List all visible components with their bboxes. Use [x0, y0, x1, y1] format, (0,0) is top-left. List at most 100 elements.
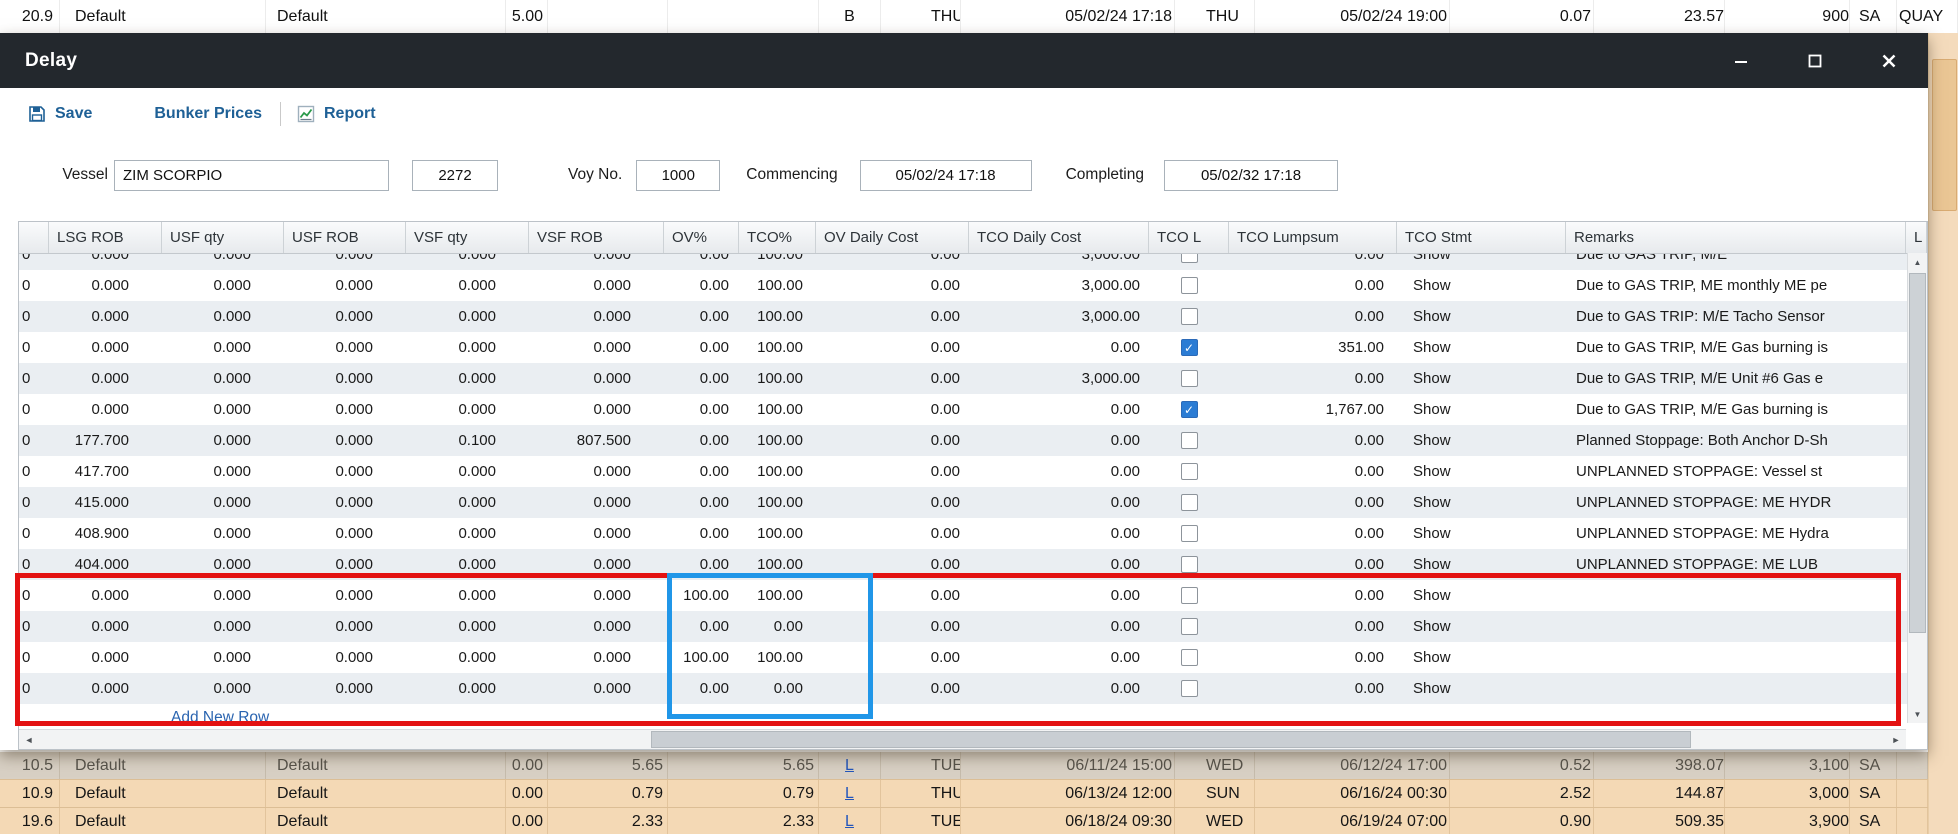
- cell-usf-qty[interactable]: 0.000: [162, 301, 284, 332]
- cell-vsf-rob[interactable]: 0.000: [529, 270, 664, 301]
- cell-lsg-rob[interactable]: 0.000: [49, 254, 162, 270]
- cell-usf-rob[interactable]: 0.000: [284, 270, 406, 301]
- cell-tco-daily-cost[interactable]: 0.00: [969, 518, 1149, 549]
- cell-usf-rob[interactable]: 0.000: [284, 518, 406, 549]
- cell-ov-pct[interactable]: 0.00: [664, 301, 739, 332]
- tco-l-checkbox[interactable]: [1181, 680, 1198, 697]
- cell-remarks[interactable]: Due to GAS TRIP: M/E Tacho Sensor: [1566, 301, 1906, 332]
- app-vertical-scrollbar[interactable]: [1928, 33, 1958, 834]
- tco-l-checkbox[interactable]: [1181, 587, 1198, 604]
- cell-vsf-rob[interactable]: 0.000: [529, 301, 664, 332]
- cell-ov-pct[interactable]: 0.00: [664, 363, 739, 394]
- cell-vsf-rob[interactable]: 0.000: [529, 580, 664, 611]
- vessel-name-input[interactable]: [114, 160, 389, 191]
- tco-l-checkbox[interactable]: [1181, 525, 1198, 542]
- cell-vsf-qty[interactable]: 0.000: [406, 580, 529, 611]
- cell-ov-daily-cost[interactable]: 0.00: [816, 456, 969, 487]
- report-button[interactable]: Report: [297, 105, 376, 123]
- cell-usf-rob[interactable]: 0.000: [284, 301, 406, 332]
- cell-ov-daily-cost[interactable]: 0.00: [816, 332, 969, 363]
- cell-vsf-rob[interactable]: 0.000: [529, 611, 664, 642]
- cell-remarks[interactable]: Planned Stoppage: Both Anchor D-Sh: [1566, 425, 1906, 456]
- cell-usf-rob[interactable]: 0.000: [284, 487, 406, 518]
- cell-usf-qty[interactable]: 0.000: [162, 611, 284, 642]
- tco-l-checkbox[interactable]: [1181, 308, 1198, 325]
- cell-ov-daily-cost[interactable]: 0.00: [816, 642, 969, 673]
- cell-ov-pct[interactable]: 0.00: [664, 518, 739, 549]
- cell-tco-stmt[interactable]: Show: [1397, 549, 1566, 580]
- cell-remarks[interactable]: [1566, 611, 1906, 642]
- cell-tco-stmt[interactable]: Show: [1397, 254, 1566, 270]
- cell-usf-qty[interactable]: 0.000: [162, 580, 284, 611]
- bunker-prices-button[interactable]: Bunker Prices: [154, 105, 262, 123]
- delay-type-link[interactable]: L: [819, 780, 881, 808]
- cell-tco-stmt[interactable]: Show: [1397, 363, 1566, 394]
- cell-tco-pct[interactable]: 100.00: [739, 580, 816, 611]
- cell-lsg-rob[interactable]: 417.700: [49, 456, 162, 487]
- cell-usf-rob[interactable]: 0.000: [284, 394, 406, 425]
- cell-usf-qty[interactable]: 0.000: [162, 518, 284, 549]
- save-button[interactable]: Save: [28, 105, 92, 123]
- cell-ov-daily-cost[interactable]: 0.00: [816, 425, 969, 456]
- cell-vsf-rob[interactable]: 0.000: [529, 518, 664, 549]
- cell-vsf-qty[interactable]: 0.000: [406, 673, 529, 704]
- cell-ov-daily-cost[interactable]: 0.00: [816, 363, 969, 394]
- cell-usf-rob[interactable]: 0.000: [284, 549, 406, 580]
- cell-vsf-qty[interactable]: 0.000: [406, 456, 529, 487]
- cell-lsg-rob[interactable]: 0.000: [49, 611, 162, 642]
- cell-tco-stmt[interactable]: Show: [1397, 673, 1566, 704]
- cell-tco-daily-cost[interactable]: 3,000.00: [969, 301, 1149, 332]
- cell-tco-lumpsum[interactable]: 0.00: [1229, 611, 1397, 642]
- cell-vsf-rob[interactable]: 0.000: [529, 332, 664, 363]
- cell-tco-lumpsum[interactable]: 351.00: [1229, 332, 1397, 363]
- close-button[interactable]: [1878, 50, 1900, 72]
- cell-vsf-rob[interactable]: 0.000: [529, 456, 664, 487]
- cell-tco-pct[interactable]: 100.00: [739, 270, 816, 301]
- cell-vsf-qty[interactable]: 0.100: [406, 425, 529, 456]
- cell-tco-stmt[interactable]: Show: [1397, 456, 1566, 487]
- cell-vsf-qty[interactable]: 0.000: [406, 394, 529, 425]
- cell-remarks[interactable]: Due to GAS TRIP, M/E: [1566, 254, 1906, 270]
- cell-usf-rob[interactable]: 0.000: [284, 580, 406, 611]
- cell-lsg-rob[interactable]: 0.000: [49, 332, 162, 363]
- cell-usf-qty[interactable]: 0.000: [162, 456, 284, 487]
- cell-vsf-qty[interactable]: 0.000: [406, 332, 529, 363]
- cell-tco-lumpsum[interactable]: 0.00: [1229, 254, 1397, 270]
- app-vertical-scrollbar-thumb[interactable]: [1932, 59, 1957, 211]
- cell-remarks[interactable]: Due to GAS TRIP, M/E Gas burning is: [1566, 332, 1906, 363]
- cell-tco-lumpsum[interactable]: 0.00: [1229, 301, 1397, 332]
- column-header-usf-rob[interactable]: USF ROB: [284, 222, 406, 253]
- cell-vsf-rob[interactable]: 0.000: [529, 363, 664, 394]
- cell-tco-pct[interactable]: 100.00: [739, 301, 816, 332]
- cell-tco-stmt[interactable]: Show: [1397, 394, 1566, 425]
- cell-tco-lumpsum[interactable]: 0.00: [1229, 270, 1397, 301]
- grid-vertical-scrollbar[interactable]: ▲ ▼: [1907, 253, 1927, 723]
- cell-vsf-qty[interactable]: 0.000: [406, 254, 529, 270]
- cell-tco-lumpsum[interactable]: 0.00: [1229, 425, 1397, 456]
- cell-vsf-qty[interactable]: 0.000: [406, 363, 529, 394]
- cell-remarks[interactable]: [1566, 580, 1906, 611]
- cell-tco-stmt[interactable]: Show: [1397, 518, 1566, 549]
- cell-remarks[interactable]: [1566, 642, 1906, 673]
- column-header-tail[interactable]: L: [1906, 222, 1927, 253]
- cell-ov-pct[interactable]: 0.00: [664, 549, 739, 580]
- cell-usf-qty[interactable]: 0.000: [162, 270, 284, 301]
- tco-l-checkbox[interactable]: ✓: [1181, 401, 1198, 418]
- cell-tco-daily-cost[interactable]: 0.00: [969, 642, 1149, 673]
- cell-usf-rob[interactable]: 0.000: [284, 363, 406, 394]
- cell-tco-pct[interactable]: 100.00: [739, 363, 816, 394]
- tco-l-checkbox[interactable]: [1181, 556, 1198, 573]
- cell-tco-daily-cost[interactable]: 0.00: [969, 611, 1149, 642]
- cell-tco-daily-cost[interactable]: 0.00: [969, 673, 1149, 704]
- cell-ov-daily-cost[interactable]: 0.00: [816, 270, 969, 301]
- scroll-down-button[interactable]: ▼: [1908, 705, 1927, 723]
- cell-tco-pct[interactable]: 100.00: [739, 642, 816, 673]
- tco-l-checkbox[interactable]: [1181, 254, 1198, 263]
- cell-tco-lumpsum[interactable]: 0.00: [1229, 580, 1397, 611]
- cell-usf-qty[interactable]: 0.000: [162, 487, 284, 518]
- cell-tco-daily-cost[interactable]: 0.00: [969, 487, 1149, 518]
- cell-lsg-rob[interactable]: 0.000: [49, 301, 162, 332]
- cell-tco-lumpsum[interactable]: 0.00: [1229, 642, 1397, 673]
- cell-tco-daily-cost[interactable]: 0.00: [969, 549, 1149, 580]
- cell-vsf-rob[interactable]: 0.000: [529, 673, 664, 704]
